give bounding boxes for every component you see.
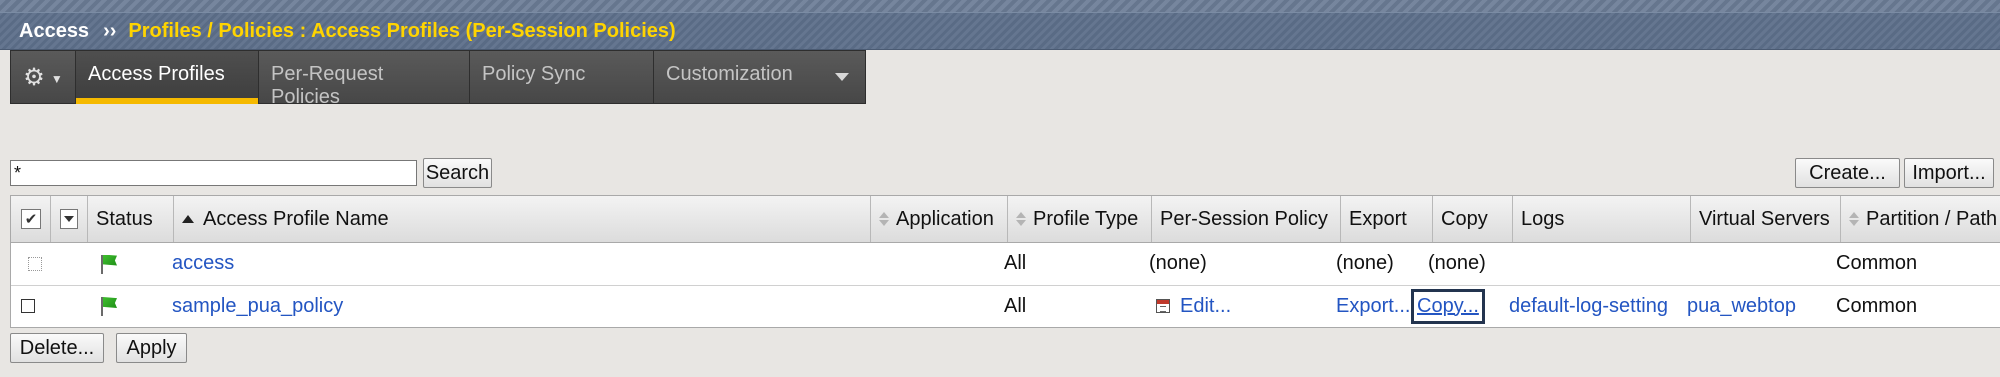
export-link[interactable]: Export... <box>1336 285 1410 327</box>
virtual-servers-link[interactable]: pua_webtop <box>1687 285 1796 327</box>
sort-icon <box>1016 212 1026 226</box>
copy-link-wrapper: Copy... <box>1411 285 1485 327</box>
copy-link[interactable]: Copy... <box>1411 288 1485 324</box>
status-icon <box>98 242 118 285</box>
sort-icon <box>879 212 889 226</box>
tab-access-profiles[interactable]: Access Profiles <box>76 51 259 104</box>
delete-button[interactable]: Delete... <box>10 333 104 363</box>
breadcrumb: Access ›› Profiles / Policies : Access P… <box>0 12 2000 50</box>
export-cell: (none) <box>1336 252 1394 274</box>
access-profiles-table: ✔ Status Access Profile Name Application… <box>10 195 2000 328</box>
header-access-profile-name-label: Access Profile Name <box>203 207 389 230</box>
logs-link[interactable]: default-log-setting <box>1509 285 1668 327</box>
profile-name-link[interactable]: access <box>172 242 234 285</box>
tab-per-request-policies[interactable]: Per-Request Policies <box>259 51 470 108</box>
search-input[interactable] <box>10 160 417 186</box>
breadcrumb-root[interactable]: Access <box>19 20 89 43</box>
search-button[interactable]: Search <box>423 158 492 188</box>
gear-icon: ⚙ <box>23 63 45 91</box>
policy-edit-link[interactable]: Edit... <box>1156 285 1231 327</box>
row-select-checkbox[interactable] <box>21 285 35 327</box>
sort-ascending-icon <box>182 215 194 223</box>
status-icon <box>98 285 118 327</box>
top-strip <box>0 0 2000 12</box>
apply-button[interactable]: Apply <box>116 333 187 363</box>
policy-cell: (none) <box>1149 252 1207 274</box>
copy-cell: (none) <box>1428 252 1486 274</box>
header-access-profile-name[interactable]: Access Profile Name <box>174 196 871 242</box>
profile-name-link[interactable]: sample_pua_policy <box>172 285 343 327</box>
sort-icon <box>1849 212 1859 226</box>
green-flag-icon <box>98 296 118 316</box>
partition-cell: Common <box>1836 252 1918 274</box>
breadcrumb-separator: ›› <box>103 19 117 42</box>
row-select-checkbox-disabled <box>28 242 42 285</box>
column-menu-icon[interactable] <box>60 209 78 229</box>
dropdown-arrow-icon <box>835 73 849 81</box>
partition-cell: Common <box>1836 294 1918 317</box>
green-flag-icon <box>98 254 118 274</box>
table-row: sample_pua_policy All Edit... Export... … <box>11 285 2000 327</box>
header-copy: Copy <box>1433 196 1513 242</box>
table-header: ✔ Status Access Profile Name Application… <box>11 196 2000 243</box>
policy-edit-icon <box>1156 299 1170 313</box>
profile-type-cell: All <box>1004 252 1027 274</box>
header-options[interactable] <box>51 196 88 242</box>
header-partition-path-label: Partition / Path <box>1866 207 1998 230</box>
header-virtual-servers: Virtual Servers <box>1691 196 1841 242</box>
header-status[interactable]: Status <box>88 196 174 242</box>
table-row: access All (none) (none) (none) Common <box>11 242 2000 286</box>
header-export: Export <box>1341 196 1433 242</box>
header-application-label: Application <box>896 207 994 230</box>
header-logs: Logs <box>1513 196 1691 242</box>
select-all-checkbox[interactable]: ✔ <box>21 209 41 229</box>
chevron-down-icon: ▼ <box>50 72 63 86</box>
page-title: Profiles / Policies : Access Profiles (P… <box>128 19 676 42</box>
header-application[interactable]: Application <box>871 196 1008 242</box>
tab-policy-sync[interactable]: Policy Sync <box>470 51 654 103</box>
create-button[interactable]: Create... <box>1795 158 1900 188</box>
settings-menu-button[interactable]: ⚙ ▼ <box>11 51 76 103</box>
tab-bar: ⚙ ▼ Access Profiles Per-Request Policies… <box>10 50 866 108</box>
header-partition-path[interactable]: Partition / Path <box>1841 196 2000 242</box>
header-profile-type[interactable]: Profile Type <box>1008 196 1152 242</box>
header-select-all[interactable]: ✔ <box>11 196 51 242</box>
header-profile-type-label: Profile Type <box>1033 207 1139 230</box>
policy-edit-label[interactable]: Edit... <box>1180 295 1231 318</box>
header-per-session-policy: Per-Session Policy <box>1152 196 1341 242</box>
tab-customization-label: Customization <box>666 63 793 85</box>
tab-customization[interactable]: Customization <box>654 51 865 103</box>
profile-type-cell: All <box>1004 294 1027 317</box>
import-button[interactable]: Import... <box>1904 158 1994 188</box>
